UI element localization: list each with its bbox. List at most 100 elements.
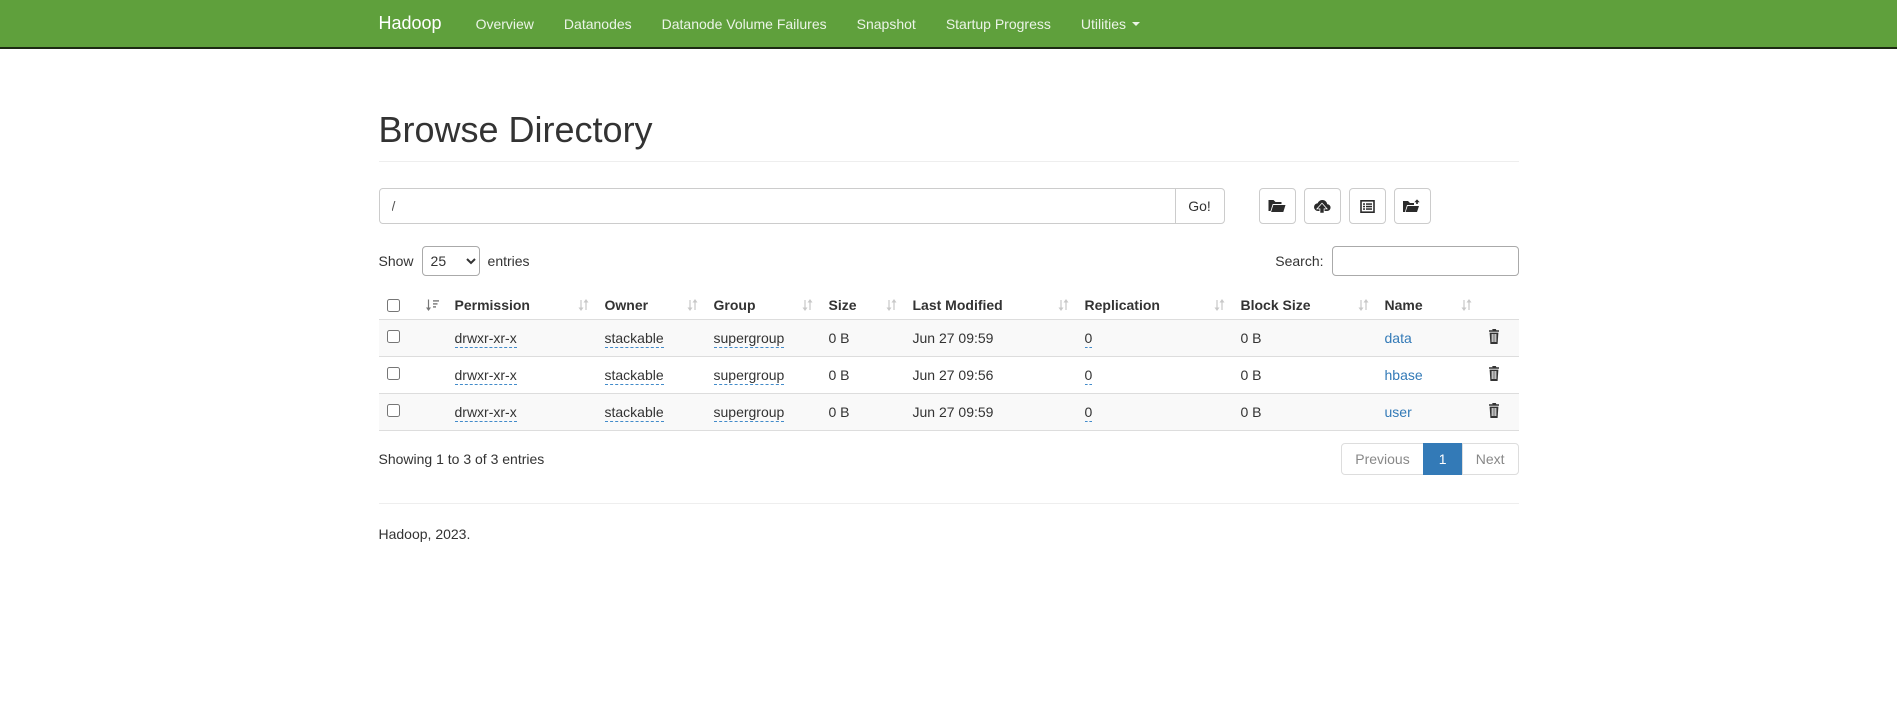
nav-item-label: Overview — [476, 16, 534, 32]
entries-label: entries — [488, 253, 530, 269]
last-modified-value: Jun 27 09:59 — [913, 330, 994, 346]
sort-both-icon — [802, 299, 813, 311]
permission-editable[interactable]: drwxr-xr-x — [455, 404, 517, 422]
last-modified-value: Jun 27 09:59 — [913, 404, 994, 420]
column-header-group[interactable]: Group — [706, 291, 821, 320]
site-footer-text: Hadoop, 2023. — [379, 526, 1519, 542]
size-value: 0 B — [829, 404, 850, 420]
trash-icon — [1488, 366, 1500, 381]
directory-table: Permission Owner Group Size Last Mod — [379, 291, 1519, 431]
move-to-button[interactable] — [1394, 188, 1431, 224]
upload-files-button[interactable] — [1304, 188, 1341, 224]
column-header-block-size[interactable]: Block Size — [1233, 291, 1377, 320]
column-header-replication[interactable]: Replication — [1077, 291, 1233, 320]
search-label: Search: — [1275, 253, 1323, 269]
create-directory-button[interactable] — [1259, 188, 1296, 224]
permission-editable[interactable]: drwxr-xr-x — [455, 367, 517, 385]
navbar-brand[interactable]: Hadoop — [374, 13, 447, 34]
directory-link[interactable]: hbase — [1385, 367, 1423, 383]
column-label: Owner — [605, 297, 649, 313]
cloud-upload-icon — [1313, 199, 1331, 214]
sort-both-icon — [1461, 299, 1472, 311]
go-button[interactable]: Go! — [1175, 188, 1225, 224]
permission-editable[interactable]: drwxr-xr-x — [455, 330, 517, 348]
search-input[interactable] — [1332, 246, 1519, 276]
column-label: Block Size — [1241, 297, 1311, 313]
group-editable[interactable]: supergroup — [714, 330, 785, 348]
delete-button[interactable] — [1488, 366, 1500, 381]
path-bar: Go! — [379, 188, 1519, 224]
table-header-row: Permission Owner Group Size Last Mod — [379, 291, 1519, 320]
select-all-checkbox[interactable] — [387, 299, 400, 312]
column-header-size[interactable]: Size — [821, 291, 905, 320]
size-value: 0 B — [829, 330, 850, 346]
directory-path-input[interactable] — [379, 188, 1176, 224]
table-row: drwxr-xr-x stackable supergroup 0 B Jun … — [379, 357, 1519, 394]
pagination: Previous 1 Next — [1341, 443, 1518, 475]
pagination-next-button[interactable]: Next — [1462, 443, 1519, 475]
nav-item-label: Datanode Volume Failures — [662, 16, 827, 32]
delete-button[interactable] — [1488, 403, 1500, 418]
owner-editable[interactable]: stackable — [605, 404, 664, 422]
pagination-previous-button[interactable]: Previous — [1341, 443, 1423, 475]
page-length-control: Show 25 entries — [379, 246, 530, 276]
row-checkbox[interactable] — [387, 404, 400, 417]
column-label: Name — [1385, 297, 1423, 313]
owner-editable[interactable]: stackable — [605, 367, 664, 385]
replication-editable[interactable]: 0 — [1085, 367, 1093, 385]
page-size-select[interactable]: 25 — [422, 246, 480, 276]
owner-editable[interactable]: stackable — [605, 330, 664, 348]
nav-item-label: Startup Progress — [946, 16, 1051, 32]
select-all-header[interactable] — [379, 291, 447, 320]
nav-item-overview[interactable]: Overview — [461, 16, 549, 32]
column-header-actions — [1480, 291, 1519, 320]
column-header-last-modified[interactable]: Last Modified — [905, 291, 1077, 320]
block-size-value: 0 B — [1241, 330, 1262, 346]
sort-active-icon — [425, 299, 439, 311]
column-label: Last Modified — [913, 297, 1003, 313]
cut-paste-button[interactable] — [1349, 188, 1386, 224]
column-label: Replication — [1085, 297, 1160, 313]
row-checkbox[interactable] — [387, 330, 400, 343]
column-header-permission[interactable]: Permission — [447, 291, 597, 320]
show-label: Show — [379, 253, 414, 269]
group-editable[interactable]: supergroup — [714, 404, 785, 422]
delete-button[interactable] — [1488, 329, 1500, 344]
page-title: Browse Directory — [379, 109, 1519, 162]
directory-link[interactable]: data — [1385, 330, 1412, 346]
sort-both-icon — [687, 299, 698, 311]
replication-editable[interactable]: 0 — [1085, 404, 1093, 422]
sort-both-icon — [578, 299, 589, 311]
nav-item-datanode-volume-failures[interactable]: Datanode Volume Failures — [647, 16, 842, 32]
nav-item-utilities[interactable]: Utilities — [1066, 16, 1155, 32]
nav-item-label: Utilities — [1081, 16, 1126, 32]
sort-both-icon — [886, 299, 897, 311]
top-navbar: Hadoop Overview Datanodes Datanode Volume F… — [0, 0, 1897, 49]
table-search: Search: — [1275, 246, 1518, 276]
sort-both-icon — [1058, 299, 1069, 311]
trash-icon — [1488, 403, 1500, 418]
directory-link[interactable]: user — [1385, 404, 1412, 420]
folder-move-icon — [1403, 199, 1421, 213]
pagination-page-1-button[interactable]: 1 — [1423, 443, 1463, 475]
footer-divider — [379, 503, 1519, 504]
column-label: Group — [714, 297, 756, 313]
table-info: Showing 1 to 3 of 3 entries — [379, 451, 545, 467]
column-header-name[interactable]: Name — [1377, 291, 1480, 320]
nav-item-datanodes[interactable]: Datanodes — [549, 16, 647, 32]
group-editable[interactable]: supergroup — [714, 367, 785, 385]
replication-editable[interactable]: 0 — [1085, 330, 1093, 348]
last-modified-value: Jun 27 09:56 — [913, 367, 994, 383]
nav-item-startup-progress[interactable]: Startup Progress — [931, 16, 1066, 32]
row-checkbox[interactable] — [387, 367, 400, 380]
trash-icon — [1488, 329, 1500, 344]
block-size-value: 0 B — [1241, 404, 1262, 420]
list-alt-icon — [1360, 199, 1375, 214]
column-header-owner[interactable]: Owner — [597, 291, 706, 320]
nav-item-snapshot[interactable]: Snapshot — [842, 16, 931, 32]
nav-item-label: Datanodes — [564, 16, 632, 32]
table-row: drwxr-xr-x stackable supergroup 0 B Jun … — [379, 320, 1519, 357]
sort-both-icon — [1214, 299, 1225, 311]
sort-both-icon — [1358, 299, 1369, 311]
block-size-value: 0 B — [1241, 367, 1262, 383]
